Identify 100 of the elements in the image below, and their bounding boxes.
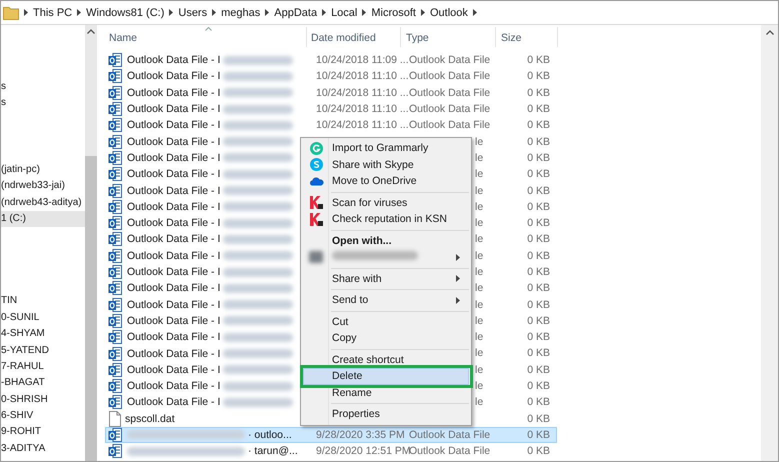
file-name[interactable]: · tarun@... bbox=[248, 445, 298, 458]
scrollbar[interactable] bbox=[761, 25, 778, 461]
redacted-text bbox=[223, 365, 294, 374]
redacted-text bbox=[223, 153, 294, 162]
chevron-right-icon bbox=[420, 9, 425, 16]
file-type: Outlook Data File bbox=[409, 445, 490, 458]
kaspersky-icon bbox=[310, 212, 322, 226]
menu-item[interactable]: Properties bbox=[303, 406, 469, 422]
breadcrumb-item[interactable]: meghas bbox=[221, 6, 260, 18]
file-type: Outlook Data File bbox=[409, 70, 490, 82]
column-header[interactable]: Size bbox=[496, 27, 558, 47]
nav-tree-item[interactable]: 1 (C:) bbox=[1, 210, 85, 228]
nav-tree-item[interactable]: 9-ROHIT bbox=[1, 424, 85, 441]
menu-item[interactable]: Share with Skype bbox=[303, 156, 469, 173]
file-name[interactable]: Outlook Data File - I bbox=[127, 298, 220, 311]
date-modified: 10/24/2018 11:10 ... bbox=[316, 86, 409, 99]
nav-tree-item[interactable]: 0-SUNIL bbox=[1, 310, 85, 326]
file-name[interactable]: Outlook Data File - I bbox=[127, 119, 220, 132]
menu-item[interactable]: Copy bbox=[303, 330, 469, 346]
redacted-text bbox=[223, 332, 294, 342]
nav-tree-item[interactable]: (jatin-pc) bbox=[1, 162, 85, 178]
nav-tree-item[interactable]: -BHAGAT bbox=[1, 375, 85, 392]
menu-item[interactable]: Rename bbox=[303, 384, 469, 401]
breadcrumb-item[interactable]: Users bbox=[178, 6, 208, 18]
nav-tree-item[interactable]: (ndrweb43-aditya) bbox=[1, 194, 85, 211]
nav-tree-item[interactable]: 6-SHIV bbox=[1, 408, 85, 424]
column-header[interactable]: Name bbox=[103, 27, 307, 47]
file-name[interactable]: Outlook Data File - I bbox=[127, 380, 220, 392]
breadcrumb-item[interactable]: Microsoft bbox=[371, 6, 416, 18]
nav-tree-item[interactable]: 5-YATEND bbox=[1, 342, 85, 359]
file-name[interactable]: Outlook Data File - I bbox=[127, 348, 220, 360]
file-type: le bbox=[475, 152, 484, 164]
file-name[interactable]: Outlook Data File - I bbox=[127, 250, 220, 262]
redacted-text bbox=[223, 234, 294, 244]
menu-item[interactable]: Send to bbox=[303, 292, 469, 308]
file-size: 0 KB bbox=[527, 119, 550, 132]
file-name[interactable]: Outlook Data File - I bbox=[127, 136, 220, 148]
nav-tree-item[interactable]: s bbox=[1, 79, 85, 96]
data-file-icon bbox=[108, 198, 124, 215]
file-name[interactable]: Outlook Data File - I bbox=[127, 364, 220, 376]
menu-item[interactable]: Open with... bbox=[303, 232, 469, 249]
selected-row[interactable]: · outloo... 9/28/2020 3:35 PM Outlook Data File 0 KB bbox=[105, 426, 557, 444]
nav-tree-item[interactable]: 3-ADITYA bbox=[1, 440, 85, 458]
breadcrumb-item[interactable]: Local bbox=[331, 6, 358, 18]
data-file-icon bbox=[108, 346, 124, 362]
nav-tree-item[interactable]: TIN bbox=[1, 293, 85, 310]
data-file-icon bbox=[108, 394, 124, 410]
breadcrumb-item[interactable]: AppData bbox=[274, 6, 318, 18]
file-name[interactable]: · outloo... bbox=[248, 428, 292, 441]
chevron-right-icon bbox=[322, 9, 326, 16]
file-name[interactable]: Outlook Data File - I bbox=[127, 152, 220, 164]
file-name[interactable]: Outlook Data File - I bbox=[127, 184, 220, 197]
file-name[interactable]: Outlook Data File - I bbox=[127, 70, 220, 82]
breadcrumb-item[interactable]: Windows81 (C:) bbox=[86, 6, 164, 18]
menu-item[interactable]: Scan for viruses bbox=[303, 194, 469, 211]
file-size: 0 KB bbox=[527, 70, 550, 82]
breadcrumb-item[interactable]: This PC bbox=[33, 6, 72, 18]
redacted-text bbox=[223, 382, 294, 391]
nav-tree-item[interactable]: 4-SHYAM bbox=[1, 326, 85, 343]
menu-item[interactable]: Check reputation in KSN bbox=[303, 211, 469, 228]
data-file-icon bbox=[108, 248, 124, 264]
caret-up-icon bbox=[766, 30, 774, 35]
file-name[interactable]: Outlook Data File - I bbox=[127, 266, 220, 278]
data-file-icon bbox=[108, 280, 124, 296]
file-name[interactable]: Outlook Data File - I bbox=[127, 233, 220, 246]
menu-item[interactable]: Share with bbox=[303, 270, 469, 287]
column-header[interactable]: Date modified bbox=[307, 27, 401, 47]
file-name[interactable]: Outlook Data File - I bbox=[127, 200, 220, 213]
file-type: le bbox=[475, 380, 484, 392]
file-name[interactable]: Outlook Data File - I bbox=[127, 168, 220, 180]
file-name[interactable]: Outlook Data File - I bbox=[127, 331, 220, 344]
nav-tree-item[interactable]: (ndrweb33-jai) bbox=[1, 178, 85, 195]
nav-tree-item[interactable]: s bbox=[1, 95, 85, 112]
file-size: 0 KB bbox=[527, 168, 550, 180]
file-name[interactable]: Outlook Data File - I bbox=[127, 103, 220, 116]
file-name[interactable]: Outlook Data File - I bbox=[127, 396, 220, 408]
menu-item[interactable]: Create shortcut bbox=[303, 352, 469, 368]
column-header[interactable]: Type bbox=[401, 27, 496, 47]
file-type: Outlook Data File bbox=[409, 103, 490, 116]
file-name[interactable]: Outlook Data File - I bbox=[127, 54, 220, 66]
file-name[interactable]: Outlook Data File - I bbox=[127, 217, 220, 230]
nav-tree-item[interactable]: 0-SHRISH bbox=[1, 392, 85, 408]
redacted-text bbox=[223, 218, 294, 228]
file-size: 0 KB bbox=[527, 428, 550, 441]
breadcrumb-item[interactable]: Outlook bbox=[430, 6, 468, 18]
date-modified: 10/24/2018 11:10 ... bbox=[316, 70, 409, 82]
file-name[interactable]: spscoll.dat bbox=[125, 412, 175, 425]
chevron-right-icon bbox=[77, 9, 82, 16]
file-size: 0 KB bbox=[527, 380, 550, 392]
file-name[interactable]: Outlook Data File - I bbox=[127, 314, 220, 327]
kaspersky-icon bbox=[310, 196, 322, 210]
menu-item[interactable]: Import to Grammarly bbox=[303, 140, 469, 156]
nav-tree-item[interactable]: 7-RAHUL bbox=[1, 358, 85, 376]
file-name[interactable]: Outlook Data File - I bbox=[127, 86, 220, 99]
file-size: 0 KB bbox=[527, 103, 550, 116]
menu-item[interactable]: Move to OneDrive bbox=[303, 173, 469, 190]
scrollbar[interactable] bbox=[85, 25, 97, 461]
menu-item[interactable]: Cut bbox=[303, 314, 469, 330]
date-modified: 10/24/2018 11:10 ... bbox=[316, 119, 409, 132]
file-name[interactable]: Outlook Data File - I bbox=[127, 282, 220, 294]
